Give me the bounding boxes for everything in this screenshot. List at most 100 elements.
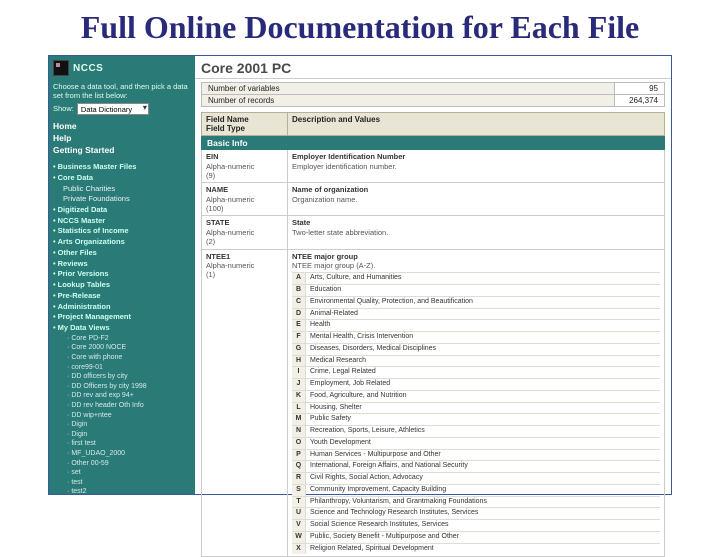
code-value: Medical Research bbox=[306, 356, 660, 367]
collapse-icon: • bbox=[53, 291, 56, 300]
collapse-icon: • bbox=[53, 237, 56, 246]
code-row: TPhilanthropy, Voluntarism, and Grantmak… bbox=[292, 496, 660, 508]
tree-item[interactable]: ·test2 bbox=[53, 487, 189, 494]
tool-dropdown[interactable]: Data Dictionary bbox=[77, 103, 149, 115]
code-key: A bbox=[292, 273, 306, 284]
tree-item[interactable]: •Administration bbox=[53, 302, 189, 312]
tree-item-label: MF_UDAO_2000 bbox=[71, 450, 125, 457]
field-name: NAME bbox=[206, 185, 283, 194]
tree-item[interactable]: •Core Data bbox=[53, 173, 189, 183]
field-name: EIN bbox=[206, 152, 283, 161]
nav-link-getting-started[interactable]: Getting Started bbox=[53, 145, 189, 156]
code-key: M bbox=[292, 414, 306, 425]
code-value: Arts, Culture, and Humanities bbox=[306, 273, 660, 284]
tree-item[interactable]: •My Data Views bbox=[53, 323, 189, 333]
tree-item-label: Business Master Files bbox=[58, 162, 137, 171]
code-key: U bbox=[292, 508, 306, 519]
tree-item[interactable]: •Arts Organizations bbox=[53, 237, 189, 247]
code-key: E bbox=[292, 320, 306, 331]
code-row: ICrime, Legal Related bbox=[292, 366, 660, 378]
tree-item-label: DD wip+ntee bbox=[71, 412, 111, 419]
tree-item-label: Project Management bbox=[58, 312, 131, 321]
code-row: BEducation bbox=[292, 284, 660, 296]
meta-value: 95 bbox=[615, 83, 665, 95]
field-row: STATEAlpha-numeric(2)StateTwo-letter sta… bbox=[201, 216, 665, 249]
tree-item[interactable]: ·DD rev and exp 94+ bbox=[53, 391, 189, 400]
collapse-icon: • bbox=[53, 302, 56, 311]
tree-item-label: DD rev and exp 94+ bbox=[71, 392, 133, 399]
tree-item-label: Statistics of Income bbox=[58, 226, 129, 235]
bullet-icon: · bbox=[67, 440, 69, 447]
header-description: Description and Values bbox=[288, 113, 664, 135]
code-value: Health bbox=[306, 320, 660, 331]
code-value: Social Science Research Institutes, Serv… bbox=[306, 520, 660, 531]
header-field-type: Field Type bbox=[206, 124, 283, 133]
tree-item[interactable]: ·Other 00-59 bbox=[53, 459, 189, 468]
tree-item[interactable]: ·Core with phone bbox=[53, 353, 189, 362]
bullet-icon: · bbox=[67, 373, 69, 380]
tree-item-label: Digin bbox=[71, 421, 87, 428]
tree-item[interactable]: ·DD officers by city bbox=[53, 372, 189, 381]
collapse-icon: • bbox=[53, 216, 56, 225]
code-value: Crime, Legal Related bbox=[306, 367, 660, 378]
field-width: (100) bbox=[206, 204, 283, 213]
tree-item-label: Digitized Data bbox=[58, 205, 108, 214]
screenshot-frame: NCCS Choose a data tool, and then pick a… bbox=[48, 55, 672, 495]
tree-item[interactable]: ·core99-01 bbox=[53, 363, 189, 372]
field-row: EINAlpha-numeric(9)Employer Identificati… bbox=[201, 150, 665, 183]
code-key: L bbox=[292, 403, 306, 414]
tree-item[interactable]: ·Digin bbox=[53, 420, 189, 429]
collapse-icon: • bbox=[53, 173, 56, 182]
tree-item[interactable]: ·first test bbox=[53, 439, 189, 448]
tree-item[interactable]: •Lookup Tables bbox=[53, 280, 189, 290]
tree-item[interactable]: •Prior Versions bbox=[53, 269, 189, 279]
tree-item[interactable]: ·Core PD-F2 bbox=[53, 334, 189, 343]
tree-item[interactable]: •Other Files bbox=[53, 248, 189, 258]
tree-item[interactable]: •Reviews bbox=[53, 259, 189, 269]
code-row: CEnvironmental Quality, Protection, and … bbox=[292, 296, 660, 308]
bullet-icon: · bbox=[67, 488, 69, 494]
collapse-icon: • bbox=[53, 312, 56, 321]
tree-item[interactable]: Private Foundations bbox=[53, 194, 189, 204]
tree-item-label: Core 2000 NOCE bbox=[71, 344, 126, 351]
tree-item[interactable]: ·DD wip+ntee bbox=[53, 411, 189, 420]
tree-item[interactable]: •NCCS Master bbox=[53, 216, 189, 226]
code-key: V bbox=[292, 520, 306, 531]
tree-item-label: first test bbox=[71, 440, 96, 447]
tree-item-label: DD officers by city bbox=[71, 373, 127, 380]
tree-item[interactable]: Public Charities bbox=[53, 184, 189, 194]
code-row: AArts, Culture, and Humanities bbox=[292, 272, 660, 284]
tree-item[interactable]: ·DD Officers by city 1998 bbox=[53, 382, 189, 391]
tree-item-label: Reviews bbox=[58, 259, 88, 268]
tree-item-label: set bbox=[71, 469, 80, 476]
nav-link-help[interactable]: Help bbox=[53, 133, 189, 144]
tree-item[interactable]: ·Core 2000 NOCE bbox=[53, 343, 189, 352]
code-row: LHousing, Shelter bbox=[292, 402, 660, 414]
field-desc: Employer identification number. bbox=[292, 162, 660, 171]
tree-item[interactable]: ·set bbox=[53, 468, 189, 477]
code-key: S bbox=[292, 485, 306, 496]
tree-item[interactable]: •Pre-Release bbox=[53, 291, 189, 301]
code-key: K bbox=[292, 391, 306, 402]
tree-item[interactable]: ·Digin bbox=[53, 430, 189, 439]
sidebar: NCCS Choose a data tool, and then pick a… bbox=[49, 56, 195, 494]
code-row: DAnimal-Related bbox=[292, 308, 660, 320]
tree-item[interactable]: •Statistics of Income bbox=[53, 226, 189, 236]
code-row: JEmployment, Job Related bbox=[292, 378, 660, 390]
tree-item[interactable]: •Digitized Data bbox=[53, 205, 189, 215]
code-value: Housing, Shelter bbox=[306, 403, 660, 414]
bullet-icon: · bbox=[67, 392, 69, 399]
code-value: Religion Related, Spiritual Development bbox=[306, 544, 660, 555]
tree-item[interactable]: ·test bbox=[53, 478, 189, 487]
code-key: T bbox=[292, 497, 306, 508]
tree-item[interactable]: ·MF_UDAO_2000 bbox=[53, 449, 189, 458]
tree-item[interactable]: ·DD rev header Oth Info bbox=[53, 401, 189, 410]
tree-item[interactable]: •Business Master Files bbox=[53, 162, 189, 172]
field-desc: NTEE major group (A-Z). bbox=[292, 261, 660, 270]
nav-link-home[interactable]: Home bbox=[53, 121, 189, 132]
collapse-icon: • bbox=[53, 248, 56, 257]
tree-item[interactable]: •Project Management bbox=[53, 312, 189, 322]
code-value: Diseases, Disorders, Medical Disciplines bbox=[306, 344, 660, 355]
code-value: Recreation, Sports, Leisure, Athletics bbox=[306, 426, 660, 437]
code-row: OYouth Development bbox=[292, 437, 660, 449]
